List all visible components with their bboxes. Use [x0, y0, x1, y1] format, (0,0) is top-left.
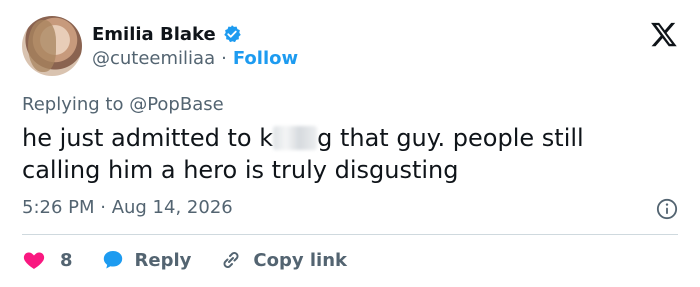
tweet-actions: 8 Reply Copy link — [22, 247, 375, 273]
tweet-timestamp[interactable]: 5:26 PM · Aug 14, 2026 — [22, 197, 233, 218]
reply-context-prefix: Replying to — [22, 94, 130, 115]
author-name-row: Emilia Blake — [92, 21, 242, 47]
verified-badge-icon — [223, 25, 241, 43]
copy-link-label: Copy link — [253, 249, 347, 271]
reply-label: Reply — [134, 249, 192, 271]
divider — [22, 234, 678, 235]
tweet-text-before: he just admitted to k — [22, 124, 274, 152]
link-icon — [223, 252, 239, 268]
like-button[interactable]: 8 — [22, 248, 73, 272]
like-count: 8 — [60, 249, 73, 271]
reply-mention-link[interactable]: @PopBase — [129, 94, 223, 115]
author-handle[interactable]: @cuteemiliaa — [92, 48, 215, 69]
tweet-text: he just admitted to kg that guy. people … — [22, 122, 662, 186]
speech-bubble-icon — [103, 251, 122, 269]
handle-separator: · — [221, 48, 227, 69]
author-name[interactable]: Emilia Blake — [92, 24, 216, 45]
heart-icon — [23, 252, 45, 269]
follow-button[interactable]: Follow — [233, 48, 298, 69]
reply-button[interactable]: Reply — [101, 248, 192, 272]
avatar[interactable] — [22, 16, 82, 76]
author-handle-row: @cuteemiliaa · Follow — [92, 48, 298, 69]
reply-context: Replying to @PopBase — [22, 94, 224, 115]
avatar-hair-shape — [28, 20, 56, 72]
info-icon[interactable] — [656, 198, 678, 220]
x-logo-icon[interactable] — [650, 20, 678, 48]
copy-link-button[interactable]: Copy link — [219, 248, 347, 272]
tweet-card: Emilia Blake @cuteemiliaa · Follow Reply… — [0, 0, 700, 287]
censored-word-blur — [273, 126, 318, 150]
